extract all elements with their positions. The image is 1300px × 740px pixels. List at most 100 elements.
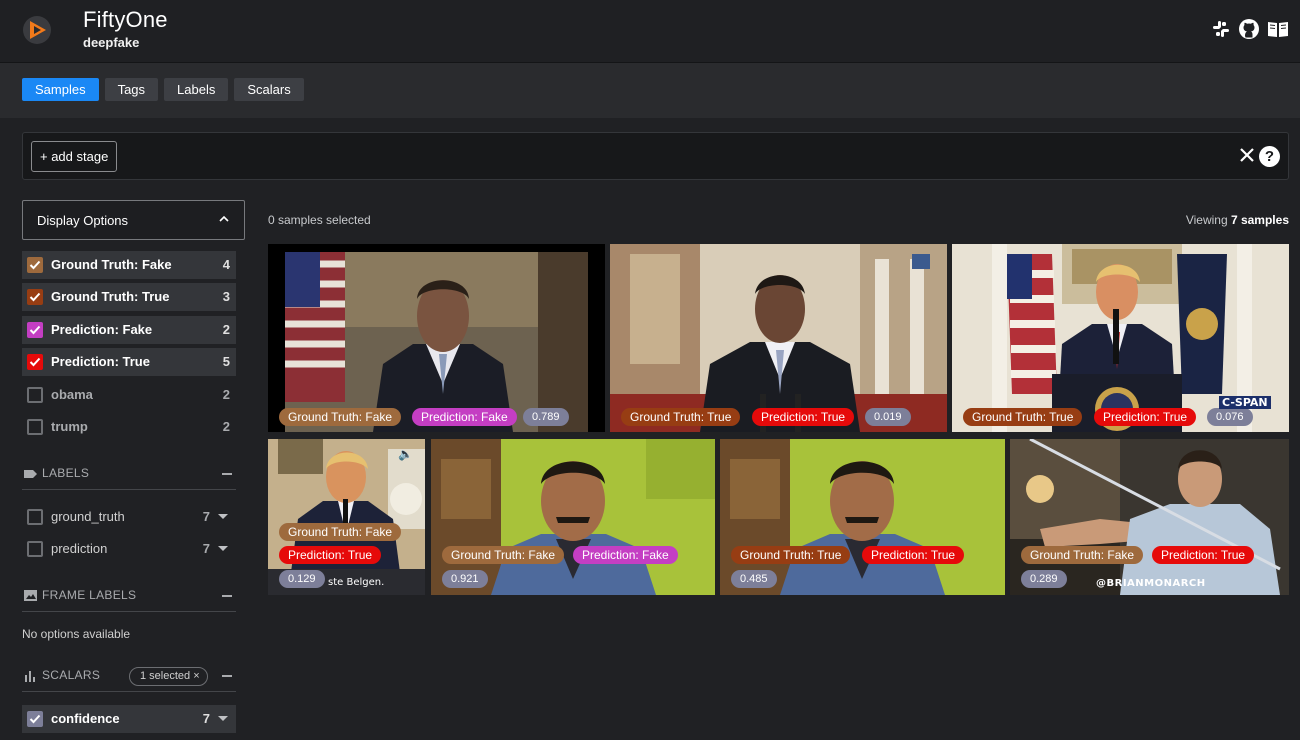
display-options-label: Display Options xyxy=(37,213,129,228)
app-title: FiftyOne xyxy=(83,7,168,32)
clear-stages-close-icon[interactable] xyxy=(1238,146,1256,164)
prediction-badge: Prediction: True xyxy=(1152,546,1255,564)
sample-thumbnail xyxy=(610,244,947,432)
label-field-ground-truth[interactable]: ground_truth 7 xyxy=(22,503,236,531)
tag-label: Prediction: Fake xyxy=(51,322,153,337)
tag-filter-ground-truth-fake[interactable]: Ground Truth: Fake 4 xyxy=(22,251,236,279)
section-title: SCALARS xyxy=(42,668,101,682)
collapse-section-button[interactable] xyxy=(222,595,232,597)
label-tag-icon xyxy=(24,470,37,478)
field-count: 7 xyxy=(202,541,210,556)
viewing-prefix: Viewing xyxy=(1185,213,1231,227)
tag-label: obama xyxy=(51,387,93,402)
tag-filter-prediction-fake[interactable]: Prediction: Fake 2 xyxy=(22,316,236,344)
selected-pill-text: 1 selected xyxy=(140,670,191,682)
confidence-badge: 0.019 xyxy=(865,408,911,426)
section-title: FRAME LABELS xyxy=(42,588,137,602)
view-stage-bar[interactable]: + add stage ? xyxy=(22,132,1289,180)
checkbox-icon[interactable] xyxy=(27,711,43,727)
expand-caret-icon[interactable] xyxy=(218,546,228,551)
ground-truth-badge: Ground Truth: True xyxy=(731,546,851,564)
sample-tile[interactable]: Ground Truth: Fake Prediction: Fake 0.78… xyxy=(268,244,605,432)
cspan-watermark: C-SPAN xyxy=(1219,396,1271,409)
app-header: FiftyOne deepfake xyxy=(0,0,1300,63)
ground-truth-badge: Ground Truth: True xyxy=(963,408,1083,426)
collapse-section-button[interactable] xyxy=(222,473,232,475)
tag-count: 5 xyxy=(222,354,230,369)
checkbox-icon[interactable] xyxy=(27,289,43,305)
frame-labels-section-header: FRAME LABELS xyxy=(22,586,236,612)
expand-caret-icon[interactable] xyxy=(218,716,228,721)
tab-samples[interactable]: Samples xyxy=(22,78,99,101)
label-field-prediction[interactable]: prediction 7 xyxy=(22,535,236,563)
sample-tile[interactable]: Ground Truth: Fake Prediction: True 0.28… xyxy=(1010,439,1289,595)
prediction-badge: Prediction: Fake xyxy=(573,546,678,564)
viewing-number: 7 samples xyxy=(1230,213,1289,227)
confidence-badge: 0.076 xyxy=(1207,408,1253,426)
checkbox-icon[interactable] xyxy=(27,387,43,403)
tag-count: 3 xyxy=(222,289,230,304)
tag-filter-obama[interactable]: obama 2 xyxy=(22,381,236,409)
sample-tile[interactable]: Ground Truth: Fake Prediction: Fake 0.92… xyxy=(431,439,715,595)
prediction-badge: Prediction: True xyxy=(1094,408,1197,426)
tag-label: Ground Truth: Fake xyxy=(51,257,172,272)
checkbox-icon[interactable] xyxy=(27,419,43,435)
prediction-badge: Prediction: True xyxy=(279,546,382,564)
scalar-field-confidence[interactable]: confidence 7 xyxy=(22,705,236,733)
tag-filter-trump[interactable]: trump 2 xyxy=(22,413,236,441)
sample-tile[interactable]: Ground Truth: True Prediction: True 0.01… xyxy=(610,244,947,432)
fiftyone-logo-icon[interactable] xyxy=(22,15,52,45)
confidence-badge: 0.289 xyxy=(1021,570,1067,588)
ground-truth-badge: Ground Truth: Fake xyxy=(279,408,402,426)
checkbox-icon[interactable] xyxy=(27,541,43,557)
ground-truth-badge: Ground Truth: Fake xyxy=(442,546,565,564)
chevron-up-icon xyxy=(219,215,229,222)
slack-icon[interactable] xyxy=(1210,18,1232,40)
tab-scalars[interactable]: Scalars xyxy=(234,78,304,101)
sample-tile[interactable]: Ground Truth: True Prediction: True 0.07… xyxy=(952,244,1289,432)
section-title: LABELS xyxy=(42,466,90,480)
view-tabs: Samples Tags Labels Scalars xyxy=(22,78,304,101)
checkbox-icon[interactable] xyxy=(27,322,43,338)
confidence-badge: 0.789 xyxy=(523,408,569,426)
checkbox-icon[interactable] xyxy=(27,354,43,370)
tag-count: 2 xyxy=(222,419,230,434)
clear-selection-x-icon[interactable]: × xyxy=(193,670,199,682)
ground-truth-badge: Ground Truth: Fake xyxy=(279,523,402,541)
tag-label: trump xyxy=(51,419,88,434)
help-icon[interactable]: ? xyxy=(1259,146,1280,167)
tab-tags[interactable]: Tags xyxy=(104,78,159,101)
tab-labels[interactable]: Labels xyxy=(164,78,229,101)
tag-filter-ground-truth-true[interactable]: Ground Truth: True 3 xyxy=(22,283,236,311)
expand-caret-icon[interactable] xyxy=(218,514,228,519)
image-frame-icon xyxy=(24,590,37,601)
video-caption-text: ste Belgen. xyxy=(328,577,385,588)
field-count: 7 xyxy=(202,711,210,726)
checkbox-icon[interactable] xyxy=(27,257,43,273)
add-stage-button[interactable]: + add stage xyxy=(31,141,118,172)
bar-chart-icon xyxy=(25,671,35,682)
confidence-badge: 0.129 xyxy=(279,570,325,588)
tag-count: 2 xyxy=(222,387,230,402)
tag-filter-prediction-true[interactable]: Prediction: True 5 xyxy=(22,348,236,376)
field-label: prediction xyxy=(51,541,108,556)
selected-count-pill[interactable]: 1 selected × xyxy=(129,667,208,686)
github-icon[interactable] xyxy=(1238,18,1260,40)
tag-label: Ground Truth: True xyxy=(51,289,170,304)
no-options-text: No options available xyxy=(22,627,131,641)
field-label: ground_truth xyxy=(51,509,125,524)
sample-tile[interactable]: 🔈 Ground Truth: Fake Prediction: True 0.… xyxy=(268,439,425,595)
prediction-badge: Prediction: True xyxy=(862,546,965,564)
prediction-badge: Prediction: Fake xyxy=(412,408,517,426)
tag-count: 2 xyxy=(222,322,230,337)
checkbox-icon[interactable] xyxy=(27,509,43,525)
mute-speaker-icon[interactable]: 🔈 xyxy=(398,447,413,461)
docs-book-icon[interactable] xyxy=(1267,18,1289,40)
collapse-section-button[interactable] xyxy=(222,675,232,677)
labels-section-header: LABELS xyxy=(22,464,236,490)
display-options-dropdown[interactable]: Display Options xyxy=(22,200,245,240)
watermark-text: @BRIANMONARCH xyxy=(1096,578,1206,589)
sample-tile[interactable]: Ground Truth: True Prediction: True 0.48… xyxy=(720,439,1005,595)
tag-label: Prediction: True xyxy=(51,354,150,369)
confidence-badge: 0.921 xyxy=(442,570,488,588)
